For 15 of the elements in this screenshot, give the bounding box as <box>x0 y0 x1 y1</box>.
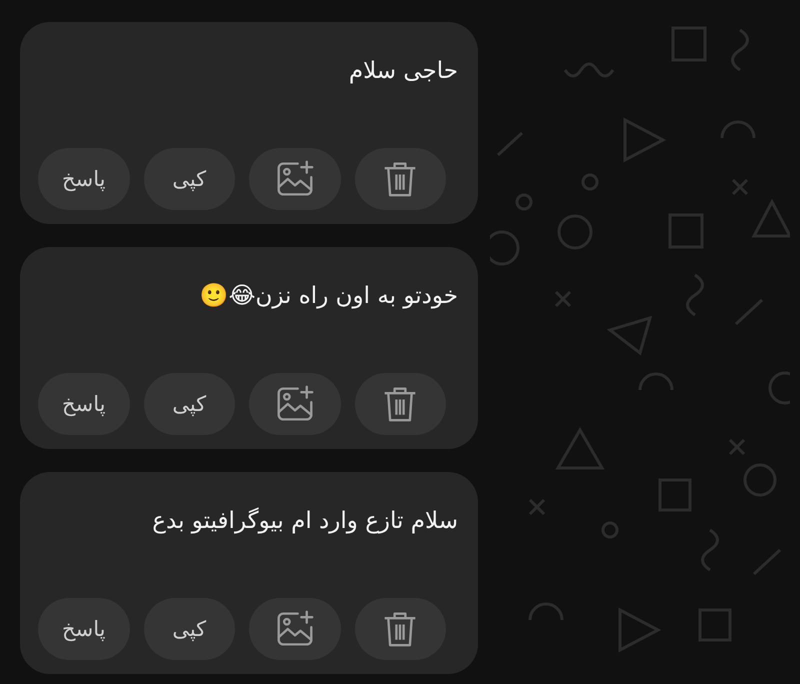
action-button[interactable]: پاسخ <box>38 373 130 435</box>
action-button[interactable]: پاسخ <box>38 148 130 210</box>
trash-icon <box>382 160 418 198</box>
action-button[interactable]: کپی <box>144 598 235 660</box>
message-text: حاجی سلام <box>348 57 458 86</box>
trash-icon <box>382 385 418 423</box>
add-image-icon <box>276 160 314 198</box>
action-button[interactable]: پاسخ <box>38 598 130 660</box>
add-image-icon <box>276 385 314 423</box>
message-text: سلام تازع وارد ام بیوگرافیتو بدع <box>151 506 458 536</box>
trash-icon <box>382 610 418 648</box>
action-button[interactable]: کپی <box>144 373 235 435</box>
action-button[interactable]: کپی <box>144 148 235 210</box>
add-image-icon <box>276 610 314 648</box>
message-text: خودتو به اون راه نزن😂🙂 <box>198 282 458 311</box>
